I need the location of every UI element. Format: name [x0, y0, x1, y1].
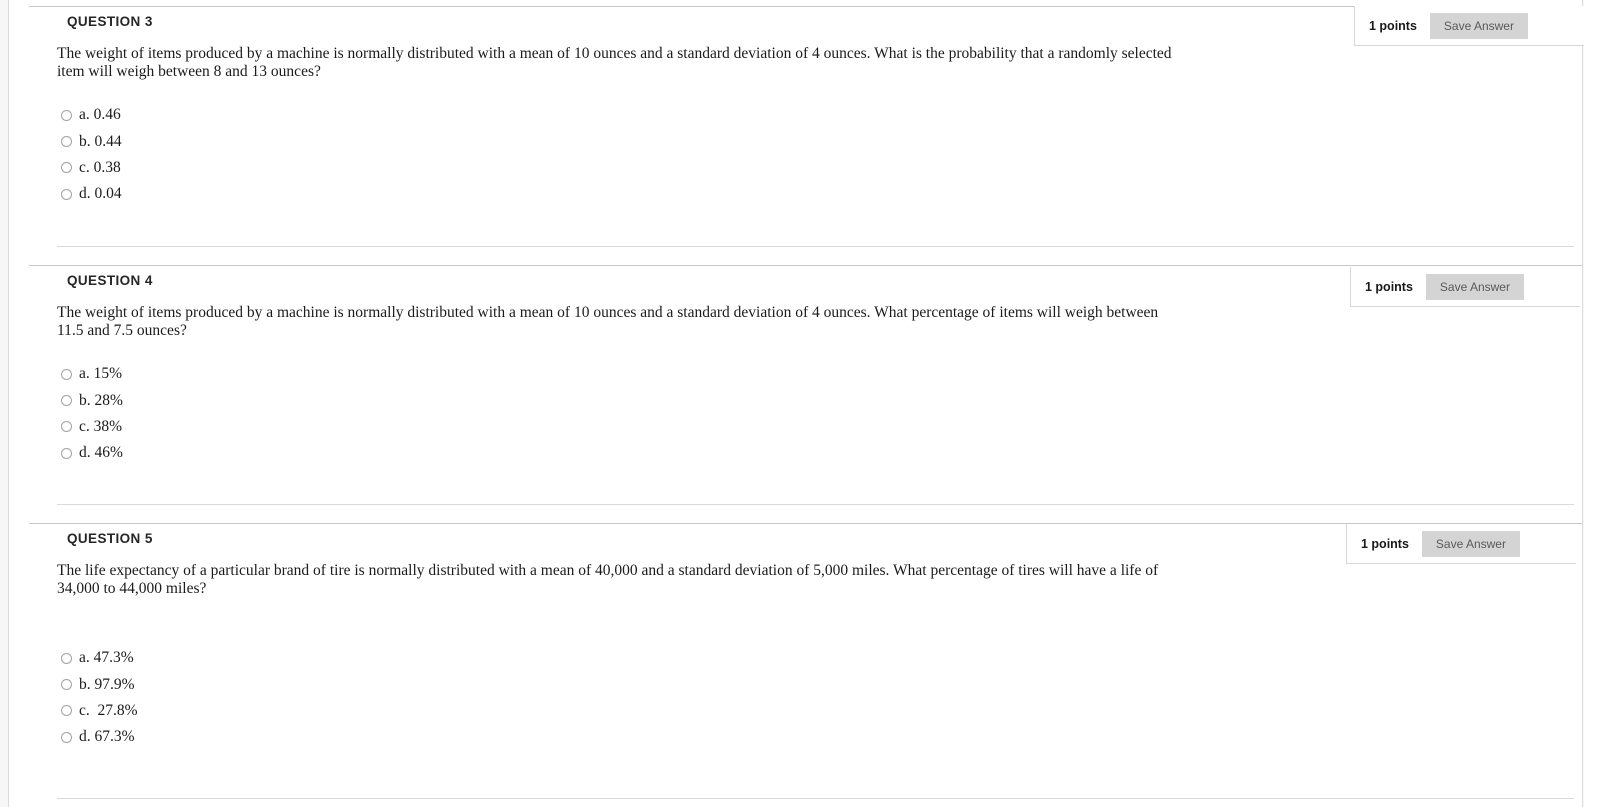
question-4-save-answer-button[interactable]: Save Answer: [1425, 273, 1524, 300]
question-3-option-a[interactable]: a. 0.46: [61, 102, 122, 128]
question-3-options: a. 0.46 b. 0.44 c. 0.38 d. 0.04: [61, 102, 122, 208]
question-5-bottom-divider: [57, 798, 1574, 799]
question-4-text: The weight of items produced by a machin…: [57, 304, 1159, 339]
question-5-option-d[interactable]: d. 67.3%: [61, 724, 138, 750]
question-3-option-d[interactable]: d. 0.04: [61, 181, 122, 207]
question-4-header: QUESTION 4: [67, 273, 153, 288]
option-label: d. 46%: [79, 444, 123, 462]
question-4-bottom-divider: [57, 504, 1574, 505]
question-block-3: QUESTION 3 The weight of items produced …: [9, 6, 1584, 250]
radio-button-icon[interactable]: [61, 705, 72, 717]
question-5-options: a. 47.3% b. 97.9% c. 27.8% d. 67.3%: [61, 645, 138, 751]
radio-button-icon[interactable]: [61, 109, 72, 121]
radio-button-icon[interactable]: [61, 188, 72, 200]
radio-button-icon[interactable]: [61, 136, 72, 148]
question-3-option-c[interactable]: c. 0.38: [61, 155, 122, 181]
question-3-bottom-divider: [57, 246, 1574, 247]
quiz-page: QUESTION 3 The weight of items produced …: [0, 0, 1608, 807]
question-4-points-pod: 1 points Save Answer: [1350, 267, 1580, 307]
option-label: c. 38%: [79, 417, 123, 435]
question-5-text: The life expectancy of a particular bran…: [57, 562, 1159, 597]
question-3-option-b[interactable]: b. 0.44: [61, 128, 122, 154]
radio-button-icon[interactable]: [61, 447, 72, 459]
radio-button-icon[interactable]: [61, 395, 72, 407]
option-label: a. 47.3%: [79, 649, 134, 667]
question-5-header: QUESTION 5: [67, 531, 153, 546]
question-block-5: QUESTION 5 The life expectancy of a part…: [9, 523, 1582, 798]
radio-button-icon[interactable]: [61, 368, 72, 380]
option-label: a. 0.46: [79, 106, 121, 124]
option-label: c. 27.8%: [79, 701, 138, 719]
option-label: c. 0.38: [79, 158, 121, 176]
question-5-option-c[interactable]: c. 27.8%: [61, 698, 138, 724]
question-3-header: QUESTION 3: [67, 14, 153, 29]
question-4-option-a[interactable]: a. 15%: [61, 361, 123, 387]
question-4-option-b[interactable]: b. 28%: [61, 387, 123, 413]
question-3-points-pod: 1 points Save Answer: [1354, 6, 1584, 46]
radio-button-icon[interactable]: [61, 731, 72, 743]
question-4-option-d[interactable]: d. 46%: [61, 440, 123, 466]
option-label: d. 0.04: [79, 185, 122, 203]
question-4-option-c[interactable]: c. 38%: [61, 414, 123, 440]
question-3-save-answer-button[interactable]: Save Answer: [1429, 12, 1528, 39]
question-block-4: QUESTION 4 The weight of items produced …: [9, 265, 1582, 504]
option-label: b. 97.9%: [79, 675, 135, 693]
radio-button-icon[interactable]: [61, 162, 72, 174]
question-5-points-pod: 1 points Save Answer: [1346, 524, 1576, 564]
question-3-text: The weight of items produced by a machin…: [57, 45, 1172, 80]
question-5-option-a[interactable]: a. 47.3%: [61, 645, 138, 671]
option-label: b. 28%: [79, 391, 123, 409]
option-label: b. 0.44: [79, 132, 122, 150]
option-label: d. 67.3%: [79, 728, 135, 746]
question-5-points-label: 1 points: [1361, 536, 1409, 551]
question-5-option-b[interactable]: b. 97.9%: [61, 671, 138, 697]
radio-button-icon[interactable]: [61, 679, 72, 691]
question-4-options: a. 15% b. 28% c. 38% d. 46%: [61, 361, 123, 467]
question-3-points-label: 1 points: [1369, 18, 1417, 33]
option-label: a. 15%: [79, 365, 123, 383]
quiz-content-column: QUESTION 3 The weight of items produced …: [8, 0, 1584, 807]
radio-button-icon[interactable]: [61, 421, 72, 433]
question-5-save-answer-button[interactable]: Save Answer: [1421, 530, 1520, 557]
right-rail: [1584, 0, 1608, 807]
radio-button-icon[interactable]: [61, 652, 72, 664]
question-4-points-label: 1 points: [1365, 279, 1413, 294]
